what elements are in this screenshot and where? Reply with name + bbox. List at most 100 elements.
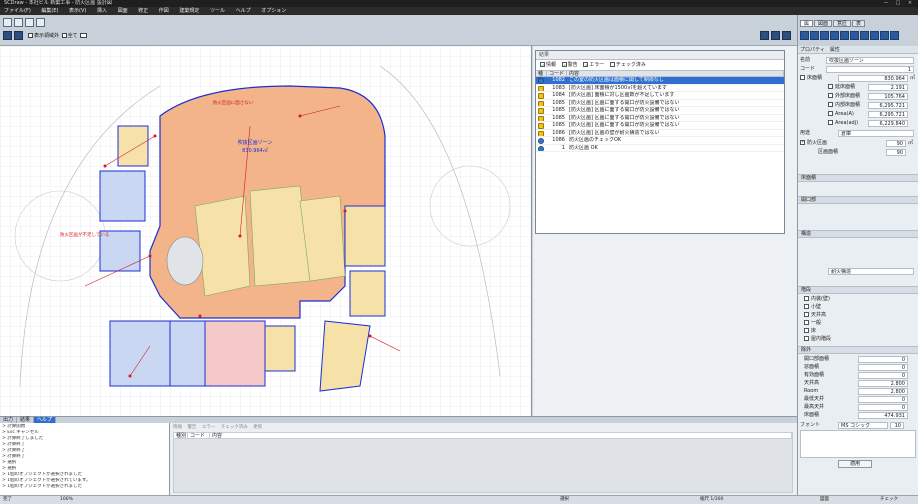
filter-warning-checkbox[interactable]	[561, 61, 567, 71]
filter-checked-checkbox[interactable]	[609, 62, 615, 67]
property-tool-icon[interactable]	[840, 31, 849, 40]
option-checkbox[interactable]	[804, 296, 809, 301]
output-console[interactable]: > 計算開始 > Esc キャンセル > 計算終了しました > 計算終了 > 計算終了 >…	[0, 423, 170, 495]
option-checkbox[interactable]	[804, 336, 809, 341]
minimize-button[interactable]: —	[880, 0, 892, 7]
new-file-icon[interactable]	[3, 18, 12, 27]
zone-room-right[interactable]	[349, 270, 386, 317]
zone-room-bottom[interactable]	[169, 320, 206, 387]
numeric-field[interactable]: 0	[858, 372, 908, 379]
menu-regulation[interactable]: 建築規定	[179, 8, 199, 14]
menu-options[interactable]: オプション	[261, 8, 286, 14]
menu-insert[interactable]: 挿入	[97, 8, 107, 14]
filter-error[interactable]: エラー	[583, 60, 604, 71]
tab-drawing[interactable]: 図面	[814, 20, 833, 27]
option-checkbox[interactable]	[804, 320, 809, 325]
apply-button[interactable]: 適用	[838, 460, 872, 468]
err-col-code[interactable]: コード	[188, 433, 210, 439]
check-row[interactable]: 1083 [防火区画] 床面積が1500㎡を超えています	[536, 85, 784, 92]
filter-warning[interactable]: 警告	[561, 60, 578, 71]
memo-field[interactable]	[800, 430, 916, 458]
subrow-checkbox[interactable]	[828, 102, 833, 107]
property-tool-icon[interactable]	[820, 31, 829, 40]
check-row[interactable]: 1085 [防火区画] 区画に面する開口が防火設備ではない	[536, 100, 784, 107]
status-layer[interactable]: 図面	[820, 496, 829, 504]
subrow-checkbox[interactable]	[828, 84, 833, 89]
zone-room-bottom[interactable]	[264, 325, 296, 372]
font-select[interactable]: MS ゴシック	[838, 422, 888, 429]
err-col-message[interactable]: 内容	[210, 433, 792, 439]
err-filter-warning[interactable]: 警告	[187, 424, 196, 430]
close-button[interactable]: ×	[904, 0, 916, 7]
subrow-checkbox[interactable]	[828, 120, 833, 125]
option-checkbox[interactable]	[804, 304, 809, 309]
menu-modify[interactable]: 修正	[138, 8, 148, 14]
maximize-button[interactable]: □	[892, 0, 904, 7]
floor-plan[interactable]: 吹抜区画ゾーン 830.964㎡ 防火区画に面さない 防火区画が不足している	[0, 46, 532, 416]
filter-info[interactable]: 情報	[540, 60, 556, 71]
check-row[interactable]: 1086 [防火区画] 区画の壁が耐火構造ではない	[536, 130, 784, 137]
menu-draw[interactable]: 作図	[159, 8, 169, 14]
menu-edit[interactable]: 編集(E)	[41, 8, 58, 14]
zone-room-left-top[interactable]	[117, 125, 149, 167]
menu-file[interactable]: ファイル(F)	[4, 8, 31, 14]
subrow-value[interactable]: 2.191	[868, 84, 908, 91]
numeric-field[interactable]: 0	[858, 356, 908, 363]
col-type[interactable]: 種別	[536, 71, 547, 84]
menu-help[interactable]: ヘルプ	[236, 8, 251, 14]
numeric-field[interactable]: 2.800	[858, 388, 908, 395]
check-row[interactable]: 1085 [防火区画] 区画に面する開口が防火設備ではない	[536, 122, 784, 130]
check-row[interactable]: 1082 この室の防火区画は面積に関して制限なし	[536, 77, 784, 85]
err-filter-info[interactable]: 情報	[173, 424, 182, 430]
color-swatch[interactable]	[80, 33, 88, 38]
col-code[interactable]: コード	[547, 71, 567, 77]
err-col-type[interactable]: 種別	[174, 433, 188, 439]
font-size-field[interactable]: 10	[890, 422, 904, 429]
zone-room-bottom[interactable]	[109, 320, 171, 387]
subrow-value[interactable]: 6,295.721	[868, 102, 908, 109]
check-row[interactable]: 1084 [防火区画] 面積に対し区画数が不足しています	[536, 92, 784, 100]
menu-view[interactable]: 表示(V)	[69, 8, 86, 14]
save-icon[interactable]	[25, 18, 34, 27]
filter-error-checkbox[interactable]	[583, 61, 588, 71]
panel-tool-icon[interactable]	[760, 31, 769, 40]
name-field[interactable]: 吹抜区画ゾーン	[826, 57, 914, 64]
option-checkbox[interactable]	[804, 312, 809, 317]
tab-table[interactable]: 表	[852, 20, 866, 27]
fire-checkbox[interactable]	[800, 139, 805, 146]
subrow-value[interactable]: 105.764	[868, 93, 908, 100]
tab-properties[interactable]: プロパティ	[800, 47, 825, 53]
filter-info-checkbox[interactable]	[540, 61, 545, 71]
check-row[interactable]: 1085 [防火区画] 区画に面する開口が防火設備ではない	[536, 115, 784, 122]
check-row[interactable]: 1 防火区画 OK	[536, 145, 784, 152]
property-tool-icon[interactable]	[810, 31, 819, 40]
numeric-field[interactable]: 0	[858, 404, 908, 411]
zone-room-bottom[interactable]	[204, 320, 266, 387]
limit-value[interactable]: 90	[886, 149, 906, 156]
property-tool-icon[interactable]	[800, 31, 809, 40]
check-row[interactable]: 1086 防火区画のチェックOK	[536, 137, 784, 145]
fire-value[interactable]: 90	[886, 140, 906, 147]
open-file-icon[interactable]	[14, 18, 23, 27]
status-check[interactable]: チェック	[880, 496, 898, 504]
zone-room[interactable]	[194, 195, 251, 297]
tab-attributes[interactable]: 属性	[830, 47, 840, 53]
print-icon[interactable]	[36, 18, 45, 27]
floor-area-field[interactable]: 830.964	[838, 75, 908, 82]
property-tool-icon[interactable]	[890, 31, 899, 40]
check-row[interactable]: 1085 [防火区画] 区画に面する開口が防火設備ではない	[536, 107, 784, 115]
err-filter-error[interactable]: エラー	[202, 424, 216, 430]
property-tool-icon[interactable]	[830, 31, 839, 40]
code-field[interactable]: 1	[826, 66, 914, 73]
drawing-canvas[interactable]: 吹抜区画ゾーン 830.964㎡ 防火区画に面さない 防火区画が不足している	[0, 46, 532, 416]
subrow-checkbox[interactable]	[828, 93, 833, 98]
all-checkbox[interactable]	[61, 33, 67, 38]
col-message[interactable]: 内容	[567, 71, 784, 77]
refresh-button[interactable]: 更新	[253, 424, 262, 430]
zoom-level[interactable]: 100%	[60, 496, 73, 504]
floor-area-checkbox[interactable]	[800, 75, 805, 80]
panel-tool-icon-2[interactable]	[771, 31, 780, 40]
numeric-field[interactable]: 474.931	[858, 412, 908, 419]
tab-attr[interactable]: 属	[800, 20, 814, 27]
err-filter-checked[interactable]: チェック済み	[221, 424, 248, 430]
